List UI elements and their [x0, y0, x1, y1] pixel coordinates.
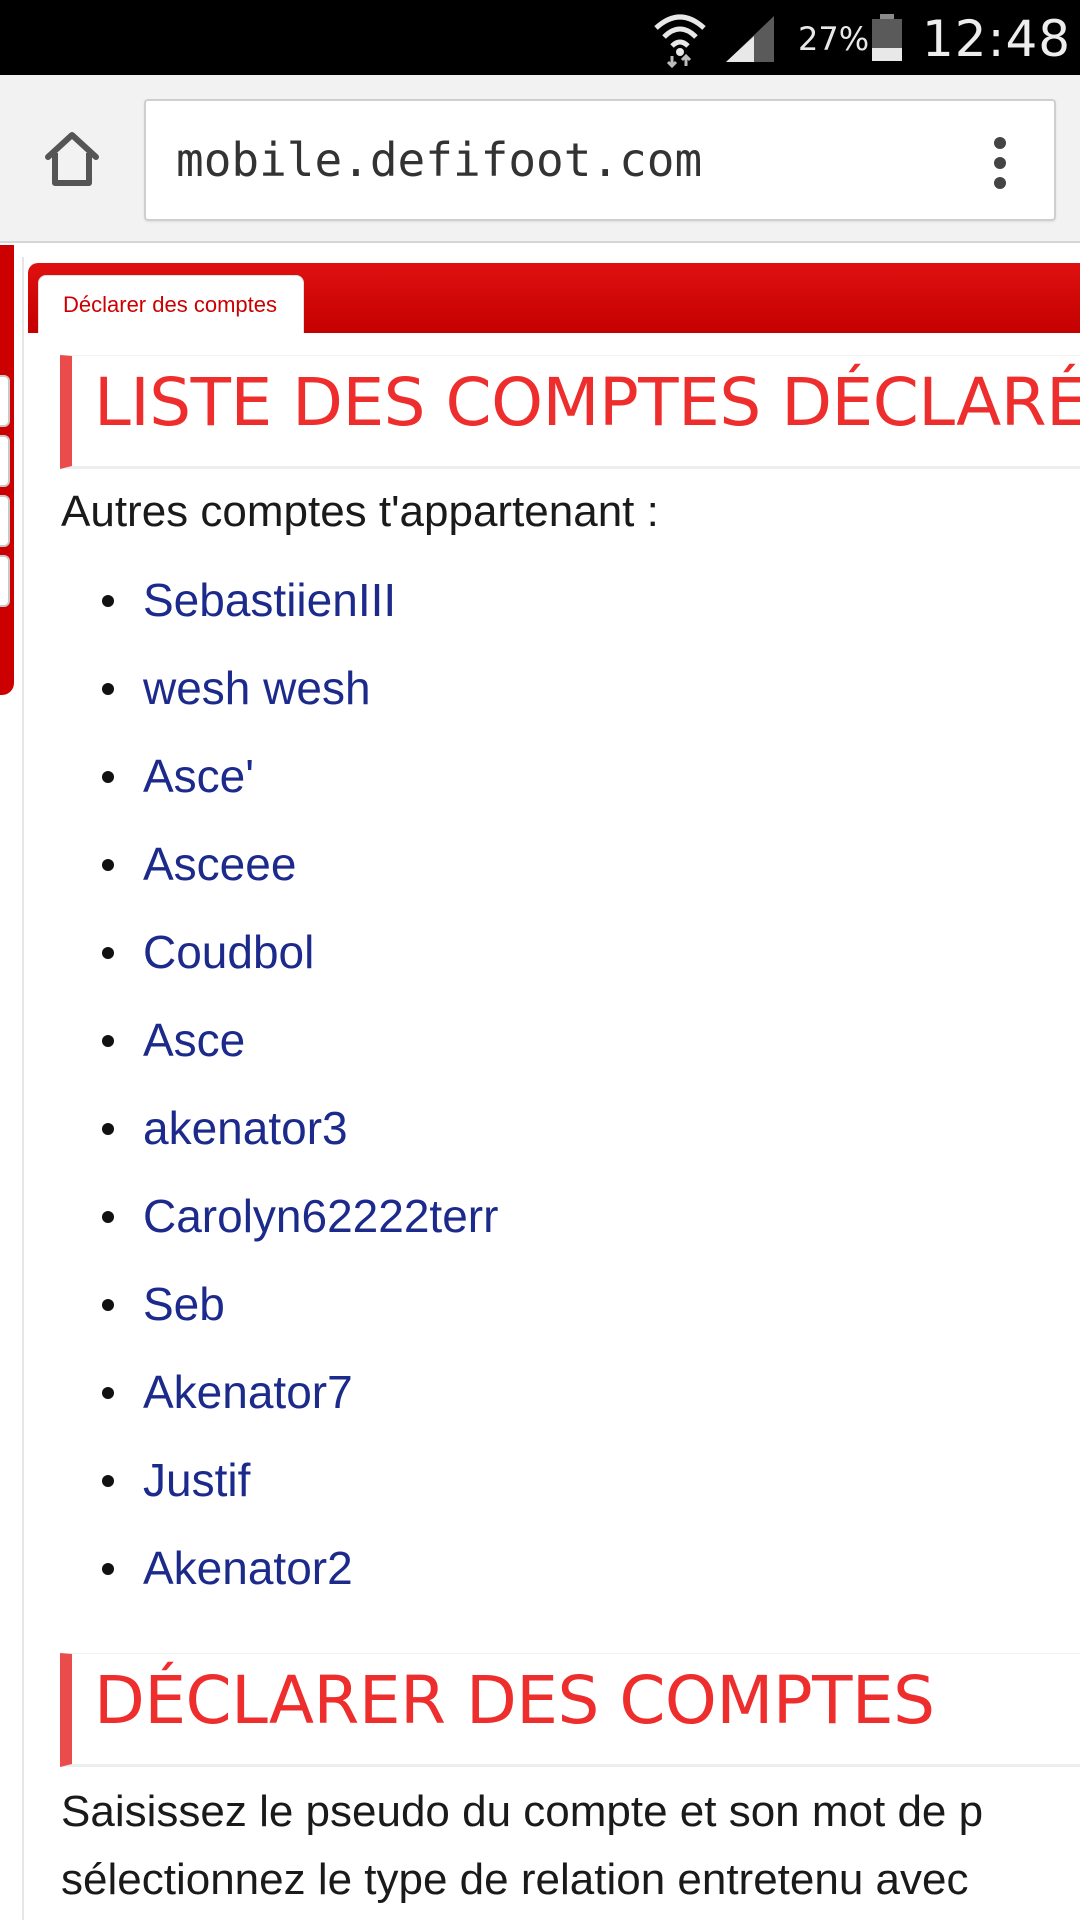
wifi-icon — [654, 14, 706, 68]
bullet — [102, 1475, 114, 1487]
bullet — [102, 683, 114, 695]
instructions-line-2: sélectionnez le type de relation entrete… — [61, 1855, 969, 1904]
section-heading-declare: DÉCLARER DES COMPTES — [60, 1653, 1080, 1767]
account-link[interactable]: Asce' — [143, 749, 254, 803]
list-item: Asce' — [0, 741, 1080, 829]
tab-label: Déclarer des comptes — [63, 292, 277, 317]
list-item: Coudbol — [0, 917, 1080, 1005]
url-text[interactable]: mobile.defifoot.com — [176, 133, 702, 187]
status-bar: 27% 12:48 — [0, 0, 1080, 75]
bullet — [102, 947, 114, 959]
bullet — [102, 1035, 114, 1047]
bullet — [102, 1211, 114, 1223]
battery-percent: 27% — [798, 20, 870, 58]
account-link[interactable]: wesh wesh — [143, 661, 371, 715]
list-item: Seb — [0, 1269, 1080, 1357]
heading-text: DÉCLARER DES COMPTES — [94, 1662, 935, 1739]
list-item: akenator3 — [0, 1093, 1080, 1181]
account-link[interactable]: Akenator7 — [143, 1365, 353, 1419]
list-item: Asceee — [0, 829, 1080, 917]
page-content: Déclarer des comptes LISTE DES COMPTES D… — [0, 245, 1080, 1920]
intro-text: Autres comptes t'appartenant : — [61, 487, 659, 536]
account-link[interactable]: Asce — [143, 1013, 245, 1067]
list-item: SebastiienIII — [0, 565, 1080, 653]
list-item: Akenator7 — [0, 1357, 1080, 1445]
home-icon[interactable] — [40, 127, 104, 191]
list-item: Carolyn62222terr — [0, 1181, 1080, 1269]
bullet — [102, 1123, 114, 1135]
list-item: Justif — [0, 1445, 1080, 1533]
side-panel-tab[interactable] — [0, 435, 10, 487]
list-item: Akenator2 — [0, 1533, 1080, 1621]
browser-toolbar: mobile.defifoot.com — [0, 75, 1080, 243]
side-panel-tab[interactable] — [0, 375, 10, 427]
signal-icon — [726, 16, 774, 62]
bullet — [102, 595, 114, 607]
side-panel-tab[interactable] — [0, 495, 10, 547]
section-heading-list: LISTE DES COMPTES DÉCLARÉS — [60, 355, 1080, 469]
account-link[interactable]: Carolyn62222terr — [143, 1189, 498, 1243]
address-bar[interactable]: mobile.defifoot.com — [144, 99, 1056, 221]
clock: 12:48 — [922, 10, 1072, 68]
account-link[interactable]: akenator3 — [143, 1101, 348, 1155]
account-link[interactable]: Coudbol — [143, 925, 314, 979]
account-link[interactable]: SebastiienIII — [143, 573, 396, 627]
instructions-line-1: Saisissez le pseudo du compte et son mot… — [61, 1787, 984, 1836]
bullet — [102, 859, 114, 871]
account-link[interactable]: Seb — [143, 1277, 225, 1331]
bullet — [102, 1299, 114, 1311]
bullet — [102, 1387, 114, 1399]
battery-icon — [872, 14, 902, 61]
account-link[interactable]: Justif — [143, 1453, 250, 1507]
bullet — [102, 771, 114, 783]
tab-declarer-des-comptes[interactable]: Déclarer des comptes — [38, 275, 304, 333]
account-link[interactable]: Asceee — [143, 837, 296, 891]
heading-text: LISTE DES COMPTES DÉCLARÉS — [94, 364, 1080, 441]
account-link[interactable]: Akenator2 — [143, 1541, 353, 1595]
more-vert-icon[interactable] — [990, 135, 1010, 191]
list-item: wesh wesh — [0, 653, 1080, 741]
bullet — [102, 1563, 114, 1575]
list-item: Asce — [0, 1005, 1080, 1093]
